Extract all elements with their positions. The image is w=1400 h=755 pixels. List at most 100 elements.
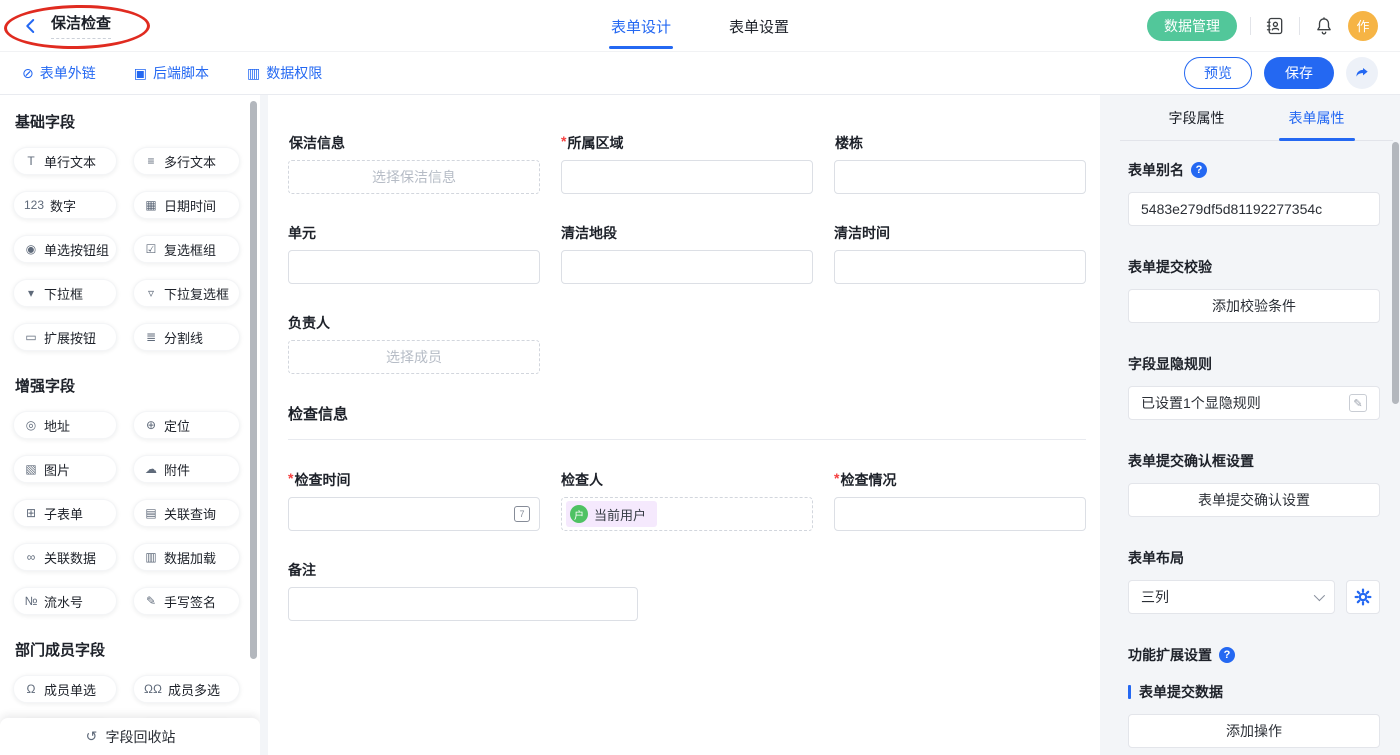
tab-form-settings[interactable]: 表单设置 — [727, 1, 791, 52]
field-item-signature[interactable]: ✎手写签名 — [133, 587, 240, 615]
cleaning-info-picker[interactable]: 选择保洁信息 — [288, 160, 540, 194]
section-title-member-fields: 部门成员字段 — [15, 639, 240, 660]
layout-select[interactable]: 三列 — [1128, 580, 1335, 614]
form-layout-label: 表单布局 — [1128, 548, 1184, 568]
check-time-date-input[interactable] — [288, 497, 540, 531]
current-user-tag: 户 当前用户 — [566, 501, 657, 527]
contacts-icon[interactable] — [1264, 15, 1286, 37]
field-item-image[interactable]: ▧图片 — [13, 455, 117, 483]
subform-icon: ⊞ — [24, 506, 38, 520]
window-scrollbar[interactable] — [1392, 142, 1399, 404]
field-item-member-single[interactable]: Ω成员单选 — [13, 675, 117, 703]
field-cleaning-info[interactable]: 保洁信息 选择保洁信息 — [288, 133, 540, 194]
tab-form-design[interactable]: 表单设计 — [609, 1, 673, 52]
visibility-rules-box[interactable]: 已设置1个显隐规则 — [1128, 386, 1380, 420]
share-button[interactable] — [1346, 57, 1378, 89]
field-palette-sidebar: 基础字段 T单行文本 ≡多行文本 123数字 ▦日期时间 ◉单选按钮组 ☑复选框… — [0, 95, 260, 755]
field-unit[interactable]: 单元 — [288, 223, 540, 284]
clean-section-input[interactable] — [561, 250, 813, 284]
field-item-datetime[interactable]: ▦日期时间 — [133, 191, 240, 219]
tab-field-properties[interactable]: 字段属性 — [1165, 95, 1229, 140]
field-item-checkbox-group[interactable]: ☑复选框组 — [133, 235, 240, 263]
field-clean-time[interactable]: 清洁时间 — [834, 223, 1086, 284]
field-item-multi-text[interactable]: ≡多行文本 — [133, 147, 240, 175]
layout-settings-button[interactable] — [1346, 580, 1380, 614]
save-button[interactable]: 保存 — [1264, 57, 1334, 89]
help-icon[interactable] — [1219, 647, 1235, 663]
field-item-member-multi[interactable]: ΩΩ成员多选 — [133, 675, 240, 703]
field-recycle-bin[interactable]: ↺ 字段回收站 — [0, 718, 260, 755]
back-button[interactable] — [22, 16, 42, 36]
field-item-label: 关联查询 — [164, 504, 216, 523]
field-item-subform[interactable]: ⊞子表单 — [13, 499, 117, 527]
field-remark[interactable]: 备注 — [288, 560, 1086, 621]
area-input[interactable] — [561, 160, 813, 194]
edit-icon[interactable] — [1349, 394, 1367, 412]
field-building[interactable]: 楼栋 — [834, 133, 1086, 194]
user-avatar-icon: 户 — [570, 505, 588, 523]
field-item-attachment[interactable]: ☁附件 — [133, 455, 240, 483]
share-arrow-icon — [1354, 65, 1370, 81]
field-item-multi-select[interactable]: ▿下拉复选框 — [133, 279, 240, 307]
data-permission-icon: ▥ — [247, 65, 260, 82]
building-input[interactable] — [834, 160, 1086, 194]
form-alias-block: 表单别名 5483e279df5d81192277354c — [1128, 160, 1380, 226]
submit-data-add-action-button[interactable]: 添加操作 — [1128, 714, 1380, 748]
field-item-linked-data[interactable]: ∞关联数据 — [13, 543, 117, 571]
backend-script-link[interactable]: ▣ 后端脚本 — [134, 63, 209, 83]
field-item-label: 日期时间 — [164, 196, 216, 215]
unit-input[interactable] — [288, 250, 540, 284]
field-item-label: 数据加载 — [164, 548, 216, 567]
form-alias-input[interactable]: 5483e279df5d81192277354c — [1128, 192, 1380, 226]
address-icon: ◎ — [24, 418, 38, 432]
section-title: 检查信息 — [288, 403, 1086, 424]
main: 基础字段 T单行文本 ≡多行文本 123数字 ▦日期时间 ◉单选按钮组 ☑复选框… — [0, 95, 1400, 755]
data-manage-button[interactable]: 数据管理 — [1147, 11, 1237, 41]
field-item-lookup[interactable]: ▤关联查询 — [133, 499, 240, 527]
field-item-single-text[interactable]: T单行文本 — [13, 147, 117, 175]
field-item-location[interactable]: ⊕定位 — [133, 411, 240, 439]
field-item-label: 成员多选 — [168, 680, 220, 699]
field-checker[interactable]: 检查人 户 当前用户 — [561, 470, 813, 531]
field-clean-section[interactable]: 清洁地段 — [561, 223, 813, 284]
bell-icon[interactable] — [1313, 15, 1335, 37]
form-external-link[interactable]: ⊘ 表单外链 — [22, 63, 96, 83]
field-item-select[interactable]: ▾下拉框 — [13, 279, 117, 307]
remark-input[interactable] — [288, 587, 638, 621]
toolbar-link-label: 数据权限 — [266, 63, 322, 83]
field-item-divider[interactable]: ≣分割线 — [133, 323, 240, 351]
field-item-address[interactable]: ◎地址 — [13, 411, 117, 439]
owner-picker[interactable]: 选择成员 — [288, 340, 540, 374]
sidebar-scrollbar[interactable] — [250, 101, 257, 659]
help-icon[interactable] — [1191, 162, 1207, 178]
field-area[interactable]: *所属区域 — [561, 133, 813, 194]
avatar[interactable]: 作 — [1348, 11, 1378, 41]
number-icon: 123 — [24, 198, 44, 212]
field-item-serial-number[interactable]: №流水号 — [13, 587, 117, 615]
section-divider — [288, 439, 1086, 440]
field-item-label: 分割线 — [164, 328, 203, 347]
data-permission-link[interactable]: ▥ 数据权限 — [247, 63, 322, 83]
field-item-expand-button[interactable]: ▭扩展按钮 — [13, 323, 117, 351]
submit-data-group-label: 表单提交数据 — [1128, 682, 1380, 702]
submit-confirm-button[interactable]: 表单提交确认设置 — [1128, 483, 1380, 517]
checker-member-picker[interactable]: 户 当前用户 — [561, 497, 813, 531]
field-label: 保洁信息 — [289, 133, 345, 153]
tab-form-properties[interactable]: 表单属性 — [1285, 95, 1349, 140]
visibility-rules-block: 字段显隐规则 已设置1个显隐规则 — [1128, 354, 1380, 420]
check-status-input[interactable] — [834, 497, 1086, 531]
field-item-number[interactable]: 123数字 — [13, 191, 117, 219]
script-icon: ▣ — [134, 65, 147, 82]
panel-tabs: 字段属性 表单属性 — [1120, 95, 1393, 141]
field-owner[interactable]: 负责人 选择成员 — [288, 313, 540, 374]
field-item-radio-group[interactable]: ◉单选按钮组 — [13, 235, 117, 263]
select-icon: ▾ — [24, 286, 38, 300]
field-item-label: 手写签名 — [164, 592, 216, 611]
section-title-enhanced-fields: 增强字段 — [15, 375, 240, 396]
add-validation-button[interactable]: 添加校验条件 — [1128, 289, 1380, 323]
field-check-time[interactable]: *检查时间 — [288, 470, 540, 531]
preview-button[interactable]: 预览 — [1184, 57, 1252, 89]
clean-time-input[interactable] — [834, 250, 1086, 284]
field-item-data-load[interactable]: ▥数据加载 — [133, 543, 240, 571]
field-check-status[interactable]: *检查情况 — [834, 470, 1086, 531]
